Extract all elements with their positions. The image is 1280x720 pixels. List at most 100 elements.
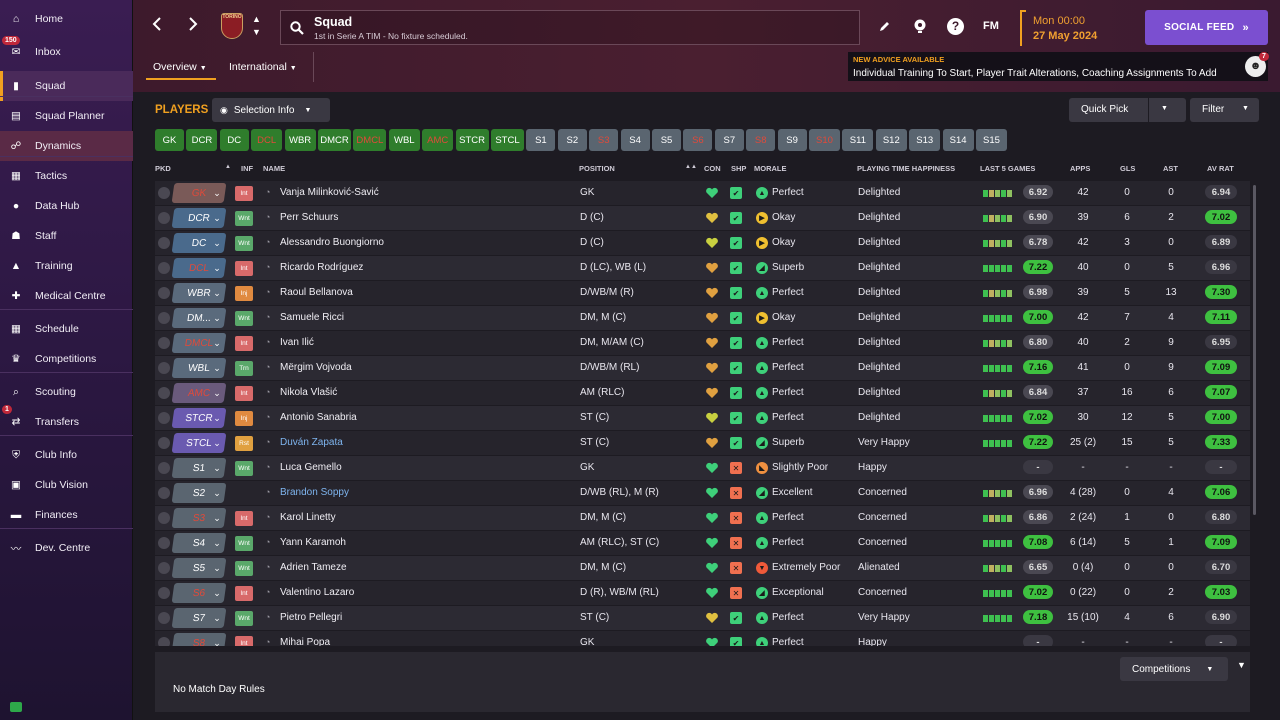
player-name[interactable]: Vanja Milinković-Savić (280, 187, 379, 198)
forward-arrow-icon[interactable] (187, 17, 199, 34)
select-checkbox[interactable] (158, 212, 170, 224)
select-checkbox[interactable] (158, 537, 170, 549)
header-apps[interactable]: APPS (1070, 164, 1090, 173)
position-chip-amc[interactable]: AMC (422, 129, 454, 151)
sidebar-item-transfers[interactable]: ⇄ Transfers 1 (0, 405, 133, 437)
table-row[interactable]: WBL ⌄ Trn ◔ Mërgim Vojvoda D/WB/M (RL) ✔ ▲ Perfe… (155, 356, 1250, 380)
header-ast[interactable]: AST (1163, 164, 1178, 173)
position-chip-s13[interactable]: S13 (909, 129, 941, 151)
chevron-down-icon[interactable]: ⌄ (207, 208, 227, 228)
sidebar-item-finances[interactable]: ▬ Finances (0, 500, 133, 530)
select-checkbox[interactable] (158, 637, 170, 646)
table-row[interactable]: S7 ⌄ Wnt ◔ Pietro Pellegri ST (C) ✔ ▲ Perfect Ver… (155, 606, 1250, 630)
table-row[interactable]: GK ⌄ Int ◔ Vanja Milinković-Savić GK ✔ ▲ Perfect… (155, 181, 1250, 205)
select-checkbox[interactable] (158, 587, 170, 599)
select-checkbox[interactable] (158, 237, 170, 249)
position-chip-stcl[interactable]: STCL (491, 129, 524, 151)
help-icon[interactable]: ? (947, 18, 964, 35)
expand-chevron-icon[interactable]: ▼ (1237, 660, 1246, 670)
select-checkbox[interactable] (158, 312, 170, 324)
header-inf[interactable]: INF (241, 164, 253, 173)
position-chip-dc[interactable]: DC (219, 129, 249, 151)
player-name[interactable]: Pietro Pellegri (280, 612, 342, 623)
position-chip-wbr[interactable]: WBR (284, 129, 316, 151)
position-chip-s4[interactable]: S4 (620, 129, 650, 151)
table-row[interactable]: DM... ⌄ Wnt ◔ Samuele Ricci DM, M (C) ✔ ▶ Okay De… (155, 306, 1250, 330)
chevron-down-icon[interactable]: ⌄ (207, 558, 227, 578)
chevron-down-icon[interactable]: ⌄ (207, 533, 227, 553)
header-happiness[interactable]: PLAYING TIME HAPPINESS (857, 164, 955, 173)
chevron-down-icon[interactable]: ⌄ (207, 608, 227, 628)
position-chip-s14[interactable]: S14 (942, 129, 974, 151)
sidebar-item-dev-centre[interactable]: 〰 Dev. Centre (0, 533, 133, 563)
sidebar-item-club-info[interactable]: ⛨ Club Info (0, 440, 133, 470)
table-row[interactable]: S2 ⌄ ◔ Brandon Soppy D/WB (RL), M (R) ✕ ◢ Excel… (155, 481, 1250, 505)
chevron-down-icon[interactable]: ⌄ (207, 183, 227, 203)
globe-icon[interactable] (912, 18, 928, 37)
table-row[interactable]: DCL ⌄ Int ◔ Ricardo Rodríguez D (LC), WB (L) ✔… (155, 256, 1250, 280)
table-row[interactable]: DCR ⌄ Wnt ◔ Perr Schuurs D (C) ✔ ▶ Okay Delighted… (155, 206, 1250, 230)
player-name[interactable]: Adrien Tameze (280, 562, 347, 573)
select-checkbox[interactable] (158, 462, 170, 474)
table-row[interactable]: DMCL ⌄ Int ◔ Ivan Ilić DM, M/AM (C) ✔ ▲ Perfect D… (155, 331, 1250, 355)
header-last5[interactable]: LAST 5 GAMES (980, 164, 1035, 173)
player-name[interactable]: Nikola Vlašić (280, 387, 337, 398)
selection-info-button[interactable]: ◉ Selection Info ▼ (212, 98, 330, 122)
social-feed-button[interactable]: SOCIAL FEED » (1145, 10, 1268, 45)
table-row[interactable]: S8 ⌄ Int ◔ Mihai Popa GK ✔ ▲ Perfect Happy - - - - - (155, 631, 1250, 646)
select-checkbox[interactable] (158, 412, 170, 424)
player-name[interactable]: Karol Linetty (280, 512, 336, 523)
page-title-box[interactable]: Squad 1st in Serie A TIM - No fixture sc… (280, 10, 860, 45)
filter-button[interactable]: Filter ▼ (1190, 98, 1259, 122)
sidebar-item-tactics[interactable]: ▦ Tactics (0, 161, 133, 191)
chevron-down-icon[interactable]: ⌄ (207, 283, 227, 303)
header-gls[interactable]: GLS (1120, 164, 1135, 173)
sidebar-item-home[interactable]: ⌂ Home (0, 4, 133, 34)
chevron-down-icon[interactable]: ⌄ (207, 383, 227, 403)
edit-icon[interactable] (878, 20, 891, 36)
position-chip-wbl[interactable]: WBL (388, 129, 420, 151)
search-icon[interactable] (290, 21, 304, 40)
player-name[interactable]: Luca Gemello (280, 462, 342, 473)
sidebar-item-scouting[interactable]: ⌕ Scouting (0, 377, 133, 407)
player-name[interactable]: Raoul Bellanova (280, 287, 353, 298)
header-position[interactable]: POSITION (579, 164, 615, 173)
game-time[interactable]: Mon 00:00 (1033, 15, 1085, 27)
position-chip-s7[interactable]: S7 (714, 129, 744, 151)
chevron-down-icon[interactable]: ⌄ (207, 308, 227, 328)
chevron-down-icon[interactable]: ⌄ (207, 483, 227, 503)
select-checkbox[interactable] (158, 262, 170, 274)
header-name[interactable]: NAME (263, 164, 285, 173)
tab-overview[interactable]: Overview ▼ (153, 61, 207, 73)
header-con[interactable]: CON (704, 164, 721, 173)
select-checkbox[interactable] (158, 487, 170, 499)
sidebar-item-competitions[interactable]: ♛ Competitions (0, 344, 133, 374)
sidebar-item-staff[interactable]: ☗ Staff (0, 221, 133, 251)
position-chip-s15[interactable]: S15 (976, 129, 1007, 151)
select-checkbox[interactable] (158, 562, 170, 574)
player-name[interactable]: Mërgim Vojvoda (280, 362, 352, 373)
position-chip-s9[interactable]: S9 (777, 129, 807, 151)
position-chip-stcr[interactable]: STCR (455, 129, 489, 151)
table-scrollbar[interactable] (1253, 185, 1256, 515)
select-checkbox[interactable] (158, 287, 170, 299)
header-morale[interactable]: MORALE (754, 164, 787, 173)
header-shp[interactable]: SHP (731, 164, 746, 173)
table-row[interactable]: S5 ⌄ Wnt ◔ Adrien Tameze DM, M (C) ✕ ▼ Extremely… (155, 556, 1250, 580)
position-chip-s1[interactable]: S1 (526, 129, 556, 151)
select-checkbox[interactable] (158, 512, 170, 524)
tab-international[interactable]: International ▼ (229, 61, 297, 73)
position-chip-gk[interactable]: GK (155, 129, 184, 151)
position-chip-dcl[interactable]: DCL (251, 129, 283, 151)
player-name[interactable]: Perr Schuurs (280, 212, 338, 223)
chevron-down-icon[interactable]: ⌄ (207, 258, 227, 278)
chevron-down-icon[interactable]: ⌄ (207, 583, 227, 603)
select-checkbox[interactable] (158, 187, 170, 199)
table-row[interactable]: STCR ⌄ Inj ◔ Antonio Sanabria ST (C) ✔ ▲ Perfect… (155, 406, 1250, 430)
position-chip-s8[interactable]: S8 (746, 129, 776, 151)
select-checkbox[interactable] (158, 337, 170, 349)
sidebar-item-inbox[interactable]: ✉ Inbox 150 (0, 36, 133, 67)
player-name[interactable]: Duván Zapata (280, 437, 343, 448)
back-arrow-icon[interactable] (151, 17, 163, 34)
chevron-down-icon[interactable]: ⌄ (207, 408, 227, 428)
